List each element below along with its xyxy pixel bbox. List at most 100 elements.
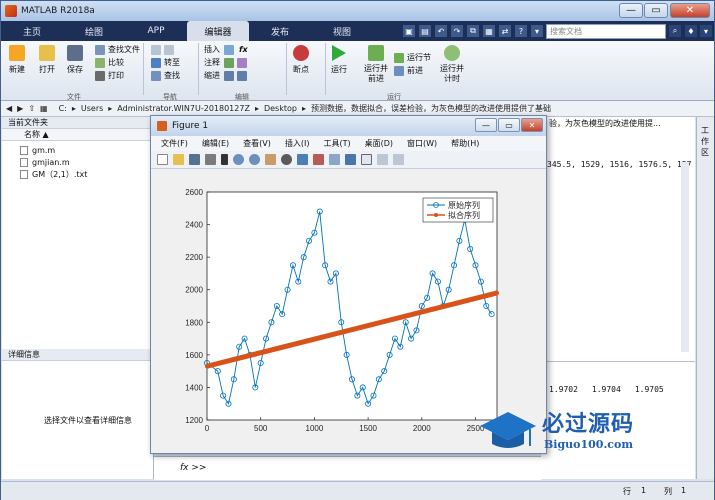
paste-icon[interactable]: ▦: [483, 25, 495, 37]
forward-arrow-icon[interactable]: ▶: [17, 104, 23, 113]
tab-publish[interactable]: 发布: [249, 21, 311, 41]
run-section-button[interactable]: 运行节: [394, 51, 431, 64]
y-tick-label: 1800: [185, 318, 203, 327]
y-tick-label: 1600: [185, 351, 203, 360]
search-input[interactable]: 搜索文档: [546, 24, 666, 39]
open-button[interactable]: 打开: [39, 45, 55, 75]
save-button[interactable]: 保存: [67, 45, 83, 75]
file-item[interactable]: gmjian.m: [2, 156, 153, 168]
colorbar-icon[interactable]: [345, 154, 356, 165]
run-time-button[interactable]: 运行并计时: [437, 45, 467, 84]
legend-icon[interactable]: [361, 154, 372, 165]
search-icon[interactable]: ⌕: [669, 25, 681, 37]
menu-edit[interactable]: 编辑(E): [202, 138, 229, 149]
legend-fitted-label: 拟合序列: [448, 210, 480, 220]
redo-icon[interactable]: ↷: [451, 25, 463, 37]
print-icon[interactable]: [205, 154, 216, 165]
menu-help[interactable]: 帮助(H): [451, 138, 479, 149]
save-icon[interactable]: [189, 154, 200, 165]
pan-icon[interactable]: [265, 154, 276, 165]
copy-icon[interactable]: ⧉: [467, 25, 479, 37]
menu-tools[interactable]: 工具(T): [323, 138, 350, 149]
undo-icon[interactable]: ↶: [435, 25, 447, 37]
watermark-cn: 必过源码: [542, 411, 635, 437]
file-item[interactable]: GM（2,1）.txt: [2, 168, 153, 180]
run-button[interactable]: 运行: [331, 45, 347, 75]
minimize-button[interactable]: —: [619, 3, 643, 18]
find-files-button[interactable]: 查找文件: [95, 43, 140, 56]
expand-icon[interactable]: ▾: [700, 25, 712, 37]
indent-button[interactable]: 缩进: [204, 69, 250, 82]
figure-close-button[interactable]: ✕: [521, 118, 543, 132]
close-button[interactable]: ✕: [670, 3, 710, 18]
find-button[interactable]: 查找: [151, 69, 180, 82]
help-quick-icon[interactable]: ?: [515, 25, 527, 37]
editor-path-tail: 验，为灰色模型的改进使用提...: [549, 119, 661, 128]
m-file-icon: [20, 157, 28, 167]
advance-button[interactable]: 前进: [394, 64, 431, 77]
divider: [286, 43, 287, 95]
advance-label: 前进: [407, 66, 423, 75]
switch-window-icon[interactable]: ⇄: [499, 25, 511, 37]
save-quick-icon[interactable]: ▤: [419, 25, 431, 37]
tab-editor[interactable]: 编辑器: [187, 21, 249, 41]
indent-icon: [224, 70, 234, 81]
quick-access-icon[interactable]: ▣: [403, 25, 415, 37]
name-column-header[interactable]: 名称 ▲: [2, 129, 153, 141]
pointer-icon[interactable]: [221, 154, 228, 165]
menu-window[interactable]: 窗口(W): [407, 138, 437, 149]
file-item[interactable]: gm.m: [2, 144, 153, 156]
x-tick-label: 500: [254, 424, 268, 433]
maximize-button[interactable]: ▭: [644, 3, 668, 18]
tab-view[interactable]: 视图: [311, 21, 373, 41]
zoom-in-icon[interactable]: [233, 154, 244, 165]
rotate-icon[interactable]: [281, 154, 292, 165]
back-icon[interactable]: [151, 44, 161, 55]
run-section-label: 运行节: [407, 53, 431, 62]
browse-icon[interactable]: ▦: [40, 104, 48, 113]
comment-button[interactable]: 注释: [204, 56, 250, 69]
hide-tools-icon[interactable]: [377, 154, 388, 165]
path-users[interactable]: Users: [81, 104, 103, 113]
path-root[interactable]: C:: [59, 104, 67, 113]
brush-icon[interactable]: [313, 154, 324, 165]
open-icon[interactable]: [173, 154, 184, 165]
figure-maximize-button[interactable]: ▭: [498, 118, 520, 132]
forward-icon[interactable]: [164, 44, 174, 55]
print-button[interactable]: 打印: [95, 69, 140, 82]
path-folder[interactable]: 预测数据，数据拟合，误差检验，为灰色模型的改进使用提供了基础: [311, 103, 551, 114]
path-desktop[interactable]: Desktop: [264, 104, 297, 113]
compare-label: 比较: [108, 58, 124, 67]
link-icon[interactable]: [329, 154, 340, 165]
print-icon: [95, 70, 105, 81]
new-figure-icon[interactable]: [157, 154, 168, 165]
menu-insert[interactable]: 插入(I): [285, 138, 310, 149]
figure-minimize-button[interactable]: —: [475, 118, 497, 132]
tab-apps[interactable]: APP: [125, 21, 187, 41]
breakpoint-icon: [293, 45, 309, 61]
outdent-icon: [237, 70, 247, 81]
tab-home[interactable]: 主页: [1, 21, 63, 41]
goto-button[interactable]: 转至: [151, 56, 180, 69]
file-name: gmjian.m: [32, 157, 70, 167]
menu-view[interactable]: 查看(V): [243, 138, 271, 149]
menu-desktop[interactable]: 桌面(D): [365, 138, 393, 149]
tab-plots[interactable]: 绘图: [63, 21, 125, 41]
dropdown-icon[interactable]: ▾: [531, 25, 543, 37]
notification-icon[interactable]: ♦: [685, 25, 697, 37]
menu-file[interactable]: 文件(F): [161, 138, 188, 149]
up-folder-icon[interactable]: ⇧: [28, 104, 35, 113]
file-name: GM（2,1）.txt: [32, 169, 88, 179]
new-button[interactable]: 新建: [9, 45, 25, 75]
run-advance-button[interactable]: 运行并前进: [361, 45, 391, 84]
goto-icon: [151, 57, 161, 68]
zoom-out-icon[interactable]: [249, 154, 260, 165]
scrollbar[interactable]: [681, 162, 689, 352]
show-tools-icon[interactable]: [393, 154, 404, 165]
back-arrow-icon[interactable]: ◀: [6, 104, 12, 113]
breakpoints-button[interactable]: 断点: [293, 45, 309, 75]
insert-button[interactable]: 插入 fx: [204, 43, 250, 56]
compare-button[interactable]: 比较: [95, 56, 140, 69]
data-cursor-icon[interactable]: [297, 154, 308, 165]
path-user[interactable]: Administrator.WIN7U-20180127Z: [117, 104, 250, 113]
